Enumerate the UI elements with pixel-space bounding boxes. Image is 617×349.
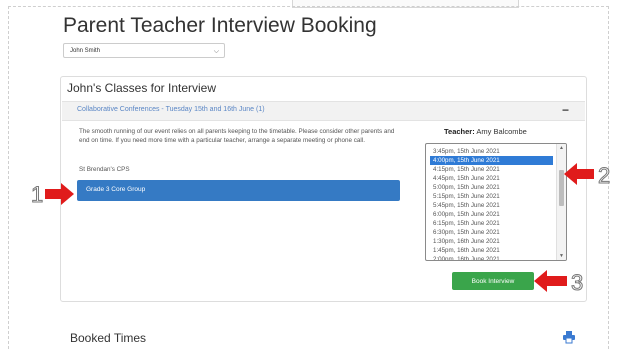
time-slot-option[interactable]: 6:30pm, 15th June 2021 (430, 228, 553, 237)
red-arrow-icon: 1 (31, 182, 74, 208)
time-slot-option[interactable]: 1:45pm, 16th June 2021 (430, 246, 553, 255)
marker-1-number: 1 (31, 182, 43, 207)
time-slot-option[interactable]: 1:30pm, 16th June 2021 (430, 237, 553, 246)
time-slot-option[interactable]: 2:00pm, 16th June 2021 (430, 255, 553, 260)
scroll-down-icon[interactable]: ▼ (559, 253, 564, 259)
marker-2-number: 2 (598, 163, 610, 188)
time-slot-option[interactable]: 6:15pm, 15th June 2021 (430, 219, 553, 228)
time-slot-option[interactable]: 5:45pm, 15th June 2021 (430, 201, 553, 210)
time-slot-option[interactable]: 3:45pm, 15th June 2021 (430, 147, 553, 156)
time-slot-option[interactable]: 4:45pm, 15th June 2021 (430, 174, 553, 183)
teacher-line: Teacher: Amy Balcombe (444, 127, 527, 136)
booked-times-heading: Booked Times (70, 331, 147, 345)
class-item-grade3-core[interactable]: Grade 3 Core Group (77, 180, 400, 201)
teacher-name: Amy Balcombe (476, 127, 527, 136)
page-border-top (8, 6, 609, 7)
red-arrow-icon: 2 (564, 163, 611, 189)
student-select[interactable]: John Smith ⌵ (63, 43, 225, 58)
annotation-marker-1: 1 (31, 181, 75, 212)
scroll-up-icon[interactable]: ▲ (559, 145, 564, 151)
class-label: Grade 3 Core Group (86, 186, 146, 193)
time-slot-option[interactable]: 4:00pm, 15th June 2021 (430, 156, 553, 165)
conference-collapse-header[interactable]: Collaborative Conferences - Tuesday 15th… (62, 101, 585, 121)
marker-3-number: 3 (571, 270, 583, 295)
time-slot-option[interactable]: 5:15pm, 15th June 2021 (430, 192, 553, 201)
printer-icon[interactable] (562, 330, 576, 344)
panel-heading: John's Classes for Interview (67, 81, 217, 95)
classes-panel: John's Classes for Interview Collaborati… (60, 76, 587, 302)
book-interview-button[interactable]: Book Interview (452, 272, 534, 290)
minus-icon[interactable]: − (562, 103, 569, 117)
annotation-marker-3: 3 (533, 267, 589, 302)
time-slot-option[interactable]: 6:00pm, 15th June 2021 (430, 210, 553, 219)
page-title: Parent Teacher Interview Booking (63, 14, 377, 37)
time-slot-option[interactable]: 4:15pm, 15th June 2021 (430, 165, 553, 174)
annotation-marker-2: 2 (562, 160, 614, 193)
time-slot-listbox[interactable]: ▲ ▼ 3:45pm, 15th June 2021 4:00pm, 15th J… (425, 143, 567, 261)
chevron-down-icon: ⌵ (213, 48, 219, 55)
red-arrow-icon: 3 (534, 270, 584, 296)
student-select-value: John Smith (70, 48, 101, 54)
intro-text: The smooth running of our event relies o… (79, 128, 395, 144)
teacher-label: Teacher: (444, 127, 475, 136)
school-name: St Brendan's CPS (79, 166, 130, 173)
conference-title[interactable]: Collaborative Conferences - Tuesday 15th… (77, 106, 265, 113)
page-border-left (8, 6, 9, 349)
time-slot-option[interactable]: 5:00pm, 15th June 2021 (430, 183, 553, 192)
